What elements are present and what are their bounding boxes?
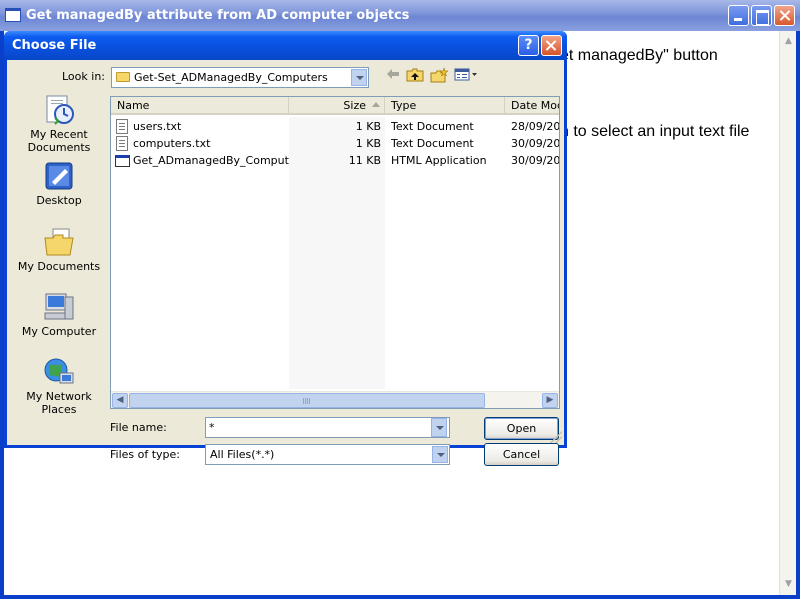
place-label: My Network Places [26, 390, 92, 416]
file-name: computers.txt [133, 137, 211, 150]
scroll-left-arrow-icon[interactable]: ◀ [112, 393, 128, 408]
place-label: My Computer [21, 325, 97, 338]
column-header-type[interactable]: Type [385, 97, 505, 114]
file-date: 30/09/20 [511, 137, 559, 150]
file-name: Get_ADmanagedBy_Compute... [133, 154, 289, 167]
file-row-users-txt[interactable]: users.txt 1 KB Text Document 28/09/20 [111, 118, 559, 135]
file-row-computers-txt[interactable]: computers.txt 1 KB Text Document 30/09/2… [111, 135, 559, 152]
column-header-date-modified[interactable]: Date Mod [505, 97, 559, 114]
scroll-up-arrow-icon[interactable]: ▲ [781, 33, 796, 50]
dialog-close-button[interactable] [541, 35, 562, 56]
files-of-type-value: All Files(*.*) [210, 448, 275, 461]
place-my-computer[interactable]: My Computer [9, 291, 109, 338]
hta-file-icon [115, 155, 130, 167]
minimize-button[interactable] [728, 5, 749, 26]
desktop-icon [43, 160, 75, 192]
up-folder-icon [406, 68, 424, 82]
new-folder-button[interactable] [429, 67, 449, 86]
file-name-label: File name: [110, 421, 167, 434]
views-menu-icon [454, 68, 477, 81]
file-type: Text Document [391, 137, 474, 150]
file-date: 28/09/20 [511, 120, 559, 133]
file-list[interactable]: Name Size Type Date Mod users.txt 1 KB T… [110, 96, 560, 409]
file-list-header: Name Size Type Date Mod [111, 97, 559, 115]
text-file-icon [116, 136, 128, 151]
look-in-value: Get-Set_ADManagedBy_Computers [134, 71, 328, 84]
dialog-body: Look in: Get-Set_ADManagedBy_Computers M… [7, 60, 564, 466]
open-button[interactable]: Open [484, 417, 559, 440]
main-vertical-scrollbar[interactable]: ▲ ▼ [779, 31, 796, 595]
text-file-icon [116, 119, 128, 134]
scroll-right-arrow-icon[interactable]: ▶ [542, 393, 558, 408]
file-size: 1 KB [355, 137, 381, 150]
choose-file-dialog: Choose File ? Look in: Get-Set_ADManaged… [4, 31, 567, 466]
chevron-down-icon[interactable] [432, 446, 448, 463]
look-in-label: Look in: [62, 70, 105, 83]
place-label: My Documents [17, 260, 101, 273]
new-folder-icon [430, 67, 449, 83]
places-bar: My Recent Documents Desktop My Documents… [9, 94, 109, 416]
my-computer-icon [43, 291, 75, 323]
file-size: 11 KB [348, 154, 381, 167]
back-arrow-icon [387, 69, 399, 79]
view-menu-button[interactable] [453, 68, 479, 86]
file-row-hta-application[interactable]: Get_ADmanagedBy_Compute... 11 KB HTML Ap… [111, 152, 559, 169]
place-label: Desktop [36, 194, 82, 207]
look-in-dropdown[interactable]: Get-Set_ADManagedBy_Computers [111, 67, 369, 88]
files-of-type-dropdown[interactable]: All Files(*.*) [205, 444, 450, 465]
file-name-history-dropdown[interactable] [431, 418, 447, 437]
resize-grip-icon[interactable] [550, 431, 562, 443]
main-title-bar[interactable]: Get managedBy attribute from AD computer… [0, 0, 800, 31]
instruction-text-1: et managedBy" button [560, 47, 718, 64]
instruction-text-2: n to select an input text file [560, 123, 750, 140]
window-app-icon [5, 8, 21, 22]
place-my-documents[interactable]: My Documents [9, 226, 109, 273]
place-desktop[interactable]: Desktop [9, 160, 109, 207]
place-label: My Recent Documents [27, 128, 91, 154]
place-my-recent-documents[interactable]: My Recent Documents [9, 94, 109, 154]
column-header-size-label: Size [343, 99, 366, 112]
scrollbar-grip-icon [303, 398, 311, 404]
file-date: 30/09/20 [511, 154, 559, 167]
file-name: users.txt [133, 120, 182, 133]
files-of-type-label: Files of type: [110, 448, 181, 461]
network-places-icon [43, 356, 75, 388]
file-name-input[interactable] [205, 417, 450, 438]
folder-icon [116, 72, 130, 82]
help-button[interactable]: ? [518, 35, 539, 56]
file-type: Text Document [391, 120, 474, 133]
column-header-size[interactable]: Size [289, 97, 385, 114]
back-button[interactable] [383, 68, 403, 86]
scroll-down-arrow-icon[interactable]: ▼ [781, 576, 796, 593]
file-list-horizontal-scrollbar[interactable]: ◀ ▶ [111, 391, 559, 408]
main-window-title: Get managedBy attribute from AD computer… [26, 8, 410, 23]
file-size: 1 KB [355, 120, 381, 133]
recent-documents-icon [43, 94, 75, 126]
close-button[interactable] [774, 5, 795, 26]
scrollbar-thumb[interactable] [129, 393, 485, 408]
cancel-button[interactable]: Cancel [484, 443, 559, 466]
sort-ascending-icon [372, 102, 380, 107]
column-header-name[interactable]: Name [111, 97, 289, 114]
chevron-down-icon[interactable] [351, 69, 367, 86]
dialog-title: Choose File [12, 38, 97, 53]
dialog-title-bar[interactable]: Choose File ? [4, 31, 567, 60]
up-one-level-button[interactable] [405, 68, 425, 86]
place-my-network-places[interactable]: My Network Places [9, 356, 109, 416]
maximize-button[interactable] [751, 5, 772, 26]
my-documents-icon [43, 226, 75, 258]
file-type: HTML Application [391, 154, 487, 167]
